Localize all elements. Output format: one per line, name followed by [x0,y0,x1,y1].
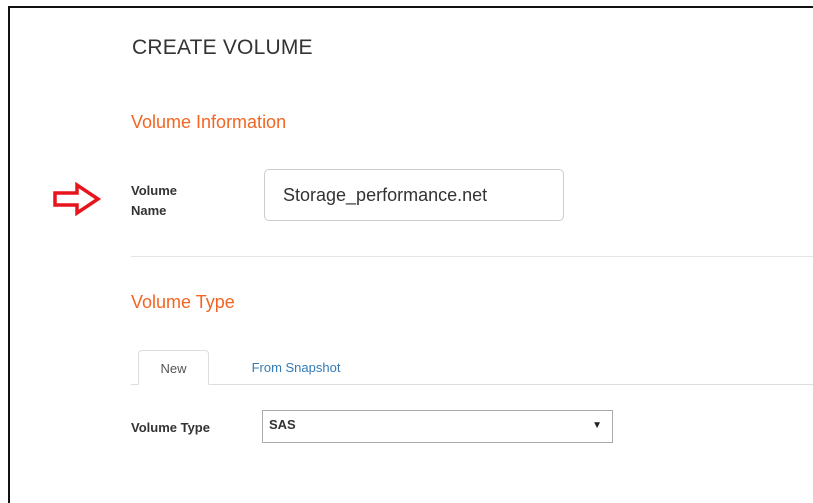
tab-from-snapshot[interactable]: From Snapshot [226,350,366,385]
section-divider [131,256,813,257]
volume-name-input[interactable] [264,169,564,221]
volume-type-select[interactable]: SAS ▼ [262,410,613,443]
caret-down-icon: ▼ [592,420,602,431]
volume-type-label: Volume Type [131,420,210,435]
section-title-volume-type: Volume Type [131,292,235,312]
volume-type-selected-value: SAS [269,417,296,432]
page-title: CREATE VOLUME [132,36,313,59]
volume-name-label: Volume Name [131,183,177,218]
right-arrow-outline-icon [53,182,102,216]
section-title-volume-information: Volume Information [131,112,287,132]
tab-new[interactable]: New [138,350,209,385]
